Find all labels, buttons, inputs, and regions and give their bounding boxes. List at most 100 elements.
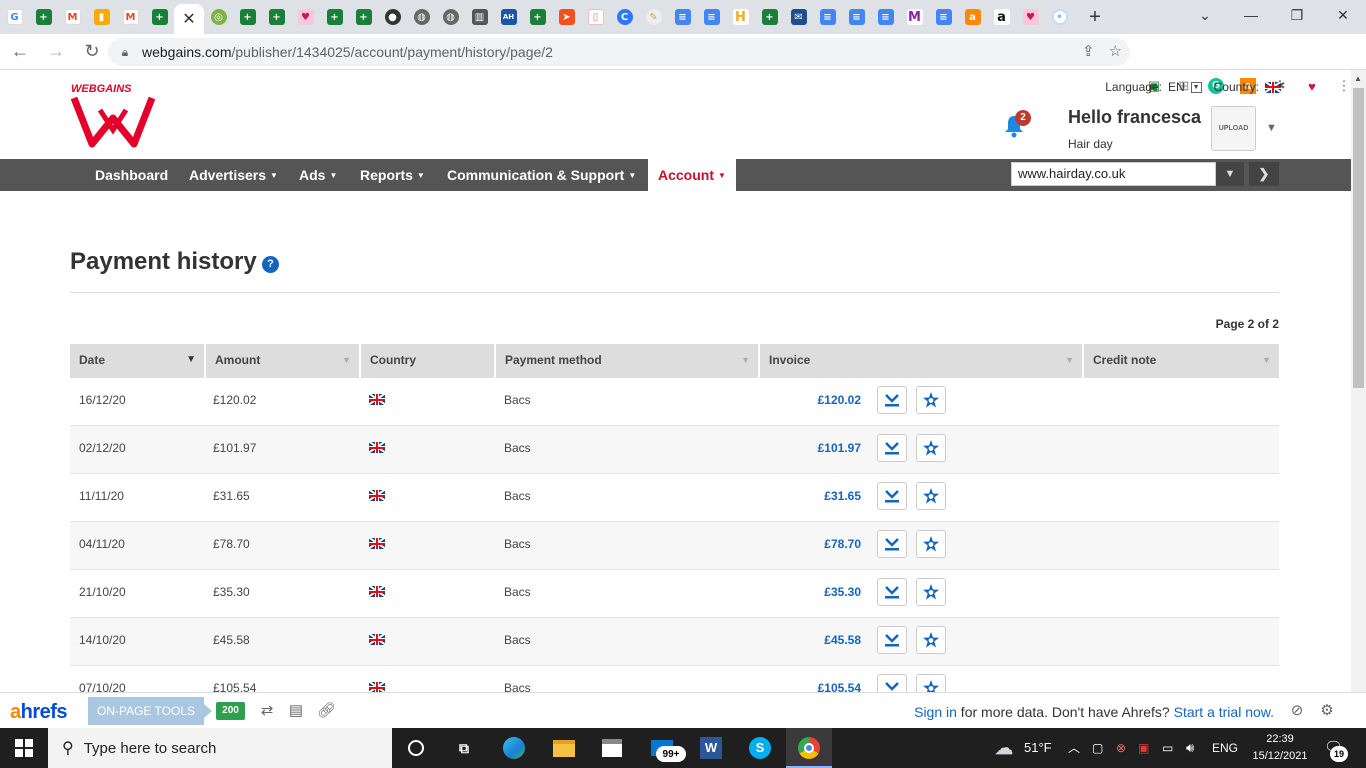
tab-docs-6[interactable]: ≡ xyxy=(929,0,958,34)
tab-loading[interactable]: • xyxy=(1045,0,1074,34)
page-scrollbar[interactable]: ▲ ▼ xyxy=(1351,70,1366,728)
view-invoice-button[interactable] xyxy=(916,674,946,692)
volume-icon[interactable]: 🔊︎ xyxy=(1186,728,1194,768)
download-invoice-button[interactable] xyxy=(877,674,907,692)
start-trial-link[interactable]: Start a trial now. xyxy=(1174,704,1274,720)
tab-docs-2[interactable]: ≡ xyxy=(697,0,726,34)
site-go-button[interactable]: ❯ xyxy=(1249,162,1279,186)
on-page-tools-button[interactable]: ON-PAGE TOOLS xyxy=(88,697,204,725)
column-header-amount[interactable]: Amount ▼ xyxy=(206,344,361,378)
tab-pencil[interactable]: ✎ xyxy=(639,0,668,34)
language-dropdown-icon[interactable]: ▼ xyxy=(1190,81,1202,93)
battery-icon[interactable]: ▭ xyxy=(1162,728,1173,768)
tab-c[interactable]: C xyxy=(610,0,639,34)
tab-google[interactable]: G xyxy=(0,0,29,34)
nav-communication-support[interactable]: Communication & Support ▼ xyxy=(447,159,636,191)
share-icon[interactable]: ⇪ xyxy=(1082,42,1095,60)
tab-docs[interactable]: ≡ xyxy=(668,0,697,34)
download-invoice-button[interactable] xyxy=(877,386,907,414)
tab-a-orange[interactable]: a xyxy=(958,0,987,34)
taskbar-clock[interactable]: 22:39 15/12/2021 xyxy=(1248,731,1312,765)
language-value[interactable]: EN xyxy=(1168,80,1185,94)
word-button[interactable]: W xyxy=(697,734,725,762)
close-window-button[interactable]: ✕ xyxy=(1320,0,1366,30)
view-invoice-button[interactable] xyxy=(916,530,946,558)
site-select[interactable]: www.hairday.co.uk xyxy=(1011,162,1216,186)
tab-mail[interactable]: ✉ xyxy=(784,0,813,34)
meet-now-icon[interactable]: ▢ xyxy=(1092,728,1103,768)
user-menu-caret-icon[interactable]: ▼ xyxy=(1266,122,1277,134)
new-tab-button[interactable]: + xyxy=(1080,0,1110,34)
scroll-up-icon[interactable]: ▲ xyxy=(1354,74,1362,83)
tab-analytics[interactable]: ▮ xyxy=(87,0,116,34)
tab-sheets-6[interactable]: + xyxy=(349,0,378,34)
invoice-link[interactable]: £31.65 xyxy=(760,474,861,522)
redirect-icon[interactable]: ⇄ xyxy=(258,702,276,720)
tab-sheets-7[interactable]: + xyxy=(523,0,552,34)
tab-amazon[interactable]: a xyxy=(987,0,1016,34)
nav-dashboard[interactable]: Dashboard xyxy=(95,159,168,191)
tab-trello[interactable]: ▥ xyxy=(465,0,494,34)
tab-sheets-2[interactable]: + xyxy=(145,0,174,34)
download-invoice-button[interactable] xyxy=(877,434,907,462)
taskbar-search[interactable]: ⚲ Type here to search xyxy=(48,728,392,768)
nav-reports[interactable]: Reports ▼ xyxy=(360,159,425,191)
webgains-logo[interactable]: WEBGAINS xyxy=(70,80,156,152)
tab-dark-circle[interactable]: ● xyxy=(378,0,407,34)
gear-icon[interactable]: ⚙ xyxy=(1318,702,1336,720)
upload-avatar[interactable]: UPLOAD xyxy=(1211,106,1256,151)
tab-globe[interactable]: ◍ xyxy=(407,0,436,34)
start-button[interactable] xyxy=(0,728,48,768)
invoice-link[interactable]: £105.54 xyxy=(760,666,861,692)
column-header-invoice[interactable]: Invoice ▼ xyxy=(760,344,1084,378)
store-button[interactable] xyxy=(598,734,626,762)
download-invoice-button[interactable] xyxy=(877,578,907,606)
site-select-dropdown-button[interactable]: ▼ xyxy=(1216,162,1244,186)
weather-temp[interactable]: 51°F xyxy=(1024,728,1052,768)
column-header-payment-method[interactable]: Payment method ▼ xyxy=(496,344,760,378)
sign-in-link[interactable]: Sign in xyxy=(914,704,957,720)
view-invoice-button[interactable] xyxy=(916,578,946,606)
tab-docs-3[interactable]: ≡ xyxy=(813,0,842,34)
invoice-link[interactable]: £45.58 xyxy=(760,618,861,666)
view-invoice-button[interactable] xyxy=(916,386,946,414)
download-invoice-button[interactable] xyxy=(877,482,907,510)
back-button[interactable]: ← xyxy=(4,36,36,68)
disable-icon[interactable]: ⊘ xyxy=(1288,702,1306,720)
scrollbar-thumb[interactable] xyxy=(1353,88,1364,388)
view-invoice-button[interactable] xyxy=(916,434,946,462)
forward-button[interactable]: → xyxy=(40,36,72,68)
star-bookmark-icon[interactable]: ☆ xyxy=(1109,42,1122,60)
nav-account[interactable]: Account ▼ xyxy=(648,159,736,191)
invoice-link[interactable]: £78.70 xyxy=(760,522,861,570)
cortana-button[interactable] xyxy=(402,734,430,762)
tab-slides[interactable]: ▯ xyxy=(581,0,610,34)
reload-button[interactable]: ↻ xyxy=(76,36,108,68)
tab-sheets[interactable]: + xyxy=(29,0,58,34)
nav-ads[interactable]: Ads ▼ xyxy=(299,159,337,191)
page-icon[interactable]: ▤ xyxy=(287,702,305,720)
tab-hairday-2[interactable]: ♥ xyxy=(1016,0,1045,34)
link-icon[interactable]: 🔗︎ xyxy=(317,702,336,720)
tab-sheets-8[interactable]: + xyxy=(755,0,784,34)
antivirus-icon[interactable]: ▣ xyxy=(1138,728,1149,768)
tab-green-circle[interactable]: ◎ xyxy=(204,0,233,34)
weather-icon[interactable]: ☁ xyxy=(990,734,1018,762)
network-alert-icon[interactable]: ⊗ xyxy=(1116,728,1126,768)
tab-search-button[interactable]: ⌄ xyxy=(1182,0,1228,30)
edge-button[interactable] xyxy=(500,734,528,762)
tab-m[interactable]: M xyxy=(900,0,929,34)
invoice-link[interactable]: £101.97 xyxy=(760,426,861,474)
tab-sheets-3[interactable]: + xyxy=(233,0,262,34)
column-header-date[interactable]: Date ▼ xyxy=(70,344,206,378)
tab-hairday[interactable]: ♥ xyxy=(291,0,320,34)
invoice-link[interactable]: £120.02 xyxy=(760,378,861,426)
nav-advertisers[interactable]: Advertisers ▼ xyxy=(189,159,278,191)
tab-sheets-5[interactable]: + xyxy=(320,0,349,34)
tab-gmail[interactable]: M xyxy=(58,0,87,34)
tab-docs-5[interactable]: ≡ xyxy=(871,0,900,34)
skype-button[interactable]: S xyxy=(746,734,774,762)
column-header-credit-note[interactable]: Credit note ▼ xyxy=(1084,344,1279,378)
file-explorer-button[interactable] xyxy=(550,734,578,762)
restore-button[interactable]: ❐ xyxy=(1274,0,1320,30)
